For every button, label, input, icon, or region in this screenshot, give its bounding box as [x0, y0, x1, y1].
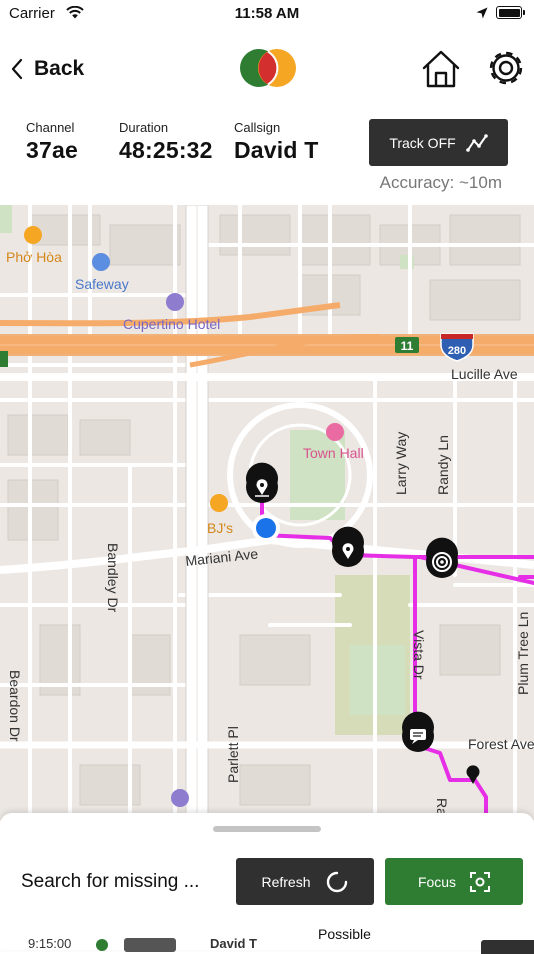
log-name: David T — [210, 936, 257, 951]
battery-icon — [496, 6, 525, 19]
focus-label: Focus — [417, 873, 457, 890]
route-11-shield: 11 — [395, 337, 419, 353]
focus-target-icon — [470, 871, 491, 892]
refresh-label: Refresh — [261, 873, 311, 890]
home-icon[interactable] — [420, 48, 462, 90]
street-label-bandley: Bandley Dr — [105, 543, 121, 613]
svg-text:280: 280 — [448, 345, 466, 357]
focus-button[interactable]: Focus — [385, 858, 523, 905]
search-status-text: Search for missing ... — [21, 871, 200, 892]
callsign-label: Callsign — [234, 120, 281, 135]
map-view[interactable]: Lucille Ave Mariani Ave Forest Ave Larry… — [0, 205, 534, 820]
poi-label-town-hall: Town Hall — [303, 445, 364, 461]
waypoint-marker-2[interactable] — [332, 526, 364, 567]
refresh-spinner-icon — [326, 871, 347, 892]
channel-value: 37ae — [26, 137, 78, 163]
log-list-row[interactable]: 9:15:00 David T Possible — [0, 926, 534, 954]
track-line-icon — [465, 133, 488, 152]
street-label-lucille: Lucille Ave — [451, 366, 518, 382]
log-time: 9:15:00 — [28, 936, 72, 951]
app-logo — [240, 49, 296, 87]
log-action[interactable] — [481, 940, 534, 954]
location-arrow-icon — [476, 7, 488, 19]
message-marker[interactable] — [402, 711, 434, 752]
poi-label-safeway: Safeway — [75, 276, 129, 292]
street-label-vista: Vista Dr — [411, 630, 427, 680]
user-location-dot — [252, 514, 280, 542]
channel-field: Channel 37ae — [26, 120, 78, 164]
refresh-button[interactable]: Refresh — [236, 858, 374, 905]
gear-icon[interactable] — [484, 46, 528, 90]
target-marker[interactable] — [426, 537, 458, 578]
track-button-label: Track OFF — [389, 134, 456, 151]
log-type: Possible — [318, 926, 371, 942]
street-label-larry: Larry Way — [393, 432, 409, 495]
poi-label-pho-hoa: Phở Hòa — [6, 249, 62, 265]
track-toggle-button[interactable]: Track OFF — [369, 119, 508, 166]
street-label-parlett: Parlett Pl — [225, 726, 241, 783]
duration-field: Duration 48:25:32 — [119, 120, 213, 164]
callsign-value: David T — [234, 137, 319, 163]
map-canvas[interactable]: Lucille Ave Mariani Ave Forest Ave Larry… — [0, 205, 534, 820]
status-time: 11:58 AM — [234, 5, 300, 22]
back-button[interactable]: Back — [10, 54, 84, 84]
street-label-randy: Randy Ln — [435, 435, 451, 495]
back-label: Back — [34, 57, 85, 80]
status-bar: Carrier 11:58 AM — [0, 0, 534, 28]
waypoint-marker-1[interactable] — [246, 462, 278, 503]
nav-bar: Back — [0, 40, 534, 96]
callsign-field: Callsign David T — [234, 120, 318, 164]
accuracy-readout: Accuracy: ~10m — [379, 173, 502, 192]
channel-label: Channel — [26, 120, 75, 135]
svg-text:11: 11 — [401, 339, 414, 353]
street-label-beardon: Beardon Dr — [7, 670, 23, 742]
duration-value: 48:25:32 — [119, 137, 213, 163]
chevron-left-icon — [11, 58, 23, 80]
street-label-forest: Forest Ave — [468, 736, 534, 752]
poi-label-bjs: BJ's — [207, 520, 233, 536]
sheet-drag-handle[interactable] — [213, 826, 321, 832]
street-label-plum-tree: Plum Tree Ln — [515, 612, 531, 695]
log-status-dot — [96, 939, 108, 951]
duration-label: Duration — [119, 120, 169, 135]
poi-label-cupertino-hotel: Cupertino Hotel — [123, 316, 220, 332]
session-info-panel: Channel 37ae Duration 48:25:32 Callsign … — [0, 110, 534, 205]
